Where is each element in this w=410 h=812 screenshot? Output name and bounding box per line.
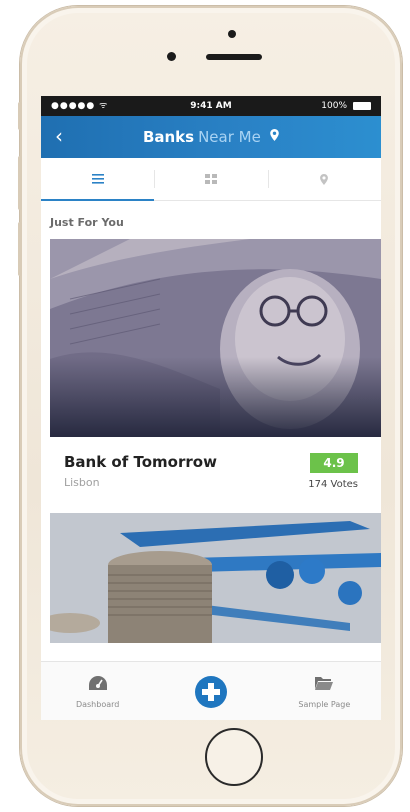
plus-glyph [201, 683, 220, 701]
title-main: Banks [142, 128, 195, 146]
banknote-photo [50, 239, 381, 437]
dashboard-icon [88, 676, 107, 690]
bank-name: Bank of Tomorrow [64, 453, 217, 471]
earpiece-speaker [206, 54, 262, 60]
folder-icon [315, 677, 334, 690]
bank-info: Bank of Tomorrow Lisbon 4.9 174 Votes [50, 437, 372, 513]
mute-switch [18, 102, 22, 130]
coins-photo[interactable] [50, 513, 381, 643]
front-camera [167, 52, 176, 61]
volume-down-button [18, 222, 22, 276]
tab-grid-view[interactable] [154, 158, 267, 200]
proximity-sensor [228, 30, 236, 38]
nav-sample-page[interactable]: Sample Page [268, 662, 381, 720]
battery-percent: 100% [321, 101, 347, 111]
section-title: Just For You [50, 216, 124, 229]
rating-badge: 4.9 [310, 453, 358, 473]
nav-sample-page-label: Sample Page [298, 700, 351, 709]
nav-dashboard[interactable]: Dashboard [41, 662, 154, 720]
volume-up-button [18, 156, 22, 210]
bank-card[interactable]: Bank of Tomorrow Lisbon 4.9 174 Votes [50, 239, 381, 513]
tab-list-view[interactable] [41, 158, 155, 201]
view-tabs [41, 158, 381, 201]
home-button[interactable] [205, 728, 263, 786]
votes-count: 174 Votes [308, 479, 358, 490]
list-icon [91, 174, 104, 184]
bottom-navigation: Dashboard Sample Page [41, 661, 381, 720]
grid-icon [204, 174, 217, 184]
title-sub: Near Me [198, 128, 261, 146]
plus-icon[interactable] [194, 676, 227, 708]
back-button[interactable]: ‹ [55, 126, 63, 146]
page-title: Banks Near Me [143, 128, 279, 146]
tab-map-view[interactable] [267, 158, 381, 200]
map-pin-icon [320, 173, 329, 185]
bank-city: Lisbon [64, 476, 100, 489]
nav-add[interactable] [154, 662, 267, 720]
image-gradient-overlay [50, 357, 381, 437]
status-bar: ●●●●● ᯤ 9:41 AM 100% [41, 96, 381, 116]
app-screen: ●●●●● ᯤ 9:41 AM 100% ‹ Banks Near Me Jus… [41, 96, 381, 720]
location-pin-icon [270, 129, 279, 141]
navigation-bar: ‹ Banks Near Me [41, 116, 381, 158]
coins-pens-illustration [50, 513, 381, 643]
battery-icon [353, 102, 371, 110]
nav-dashboard-label: Dashboard [75, 700, 120, 709]
